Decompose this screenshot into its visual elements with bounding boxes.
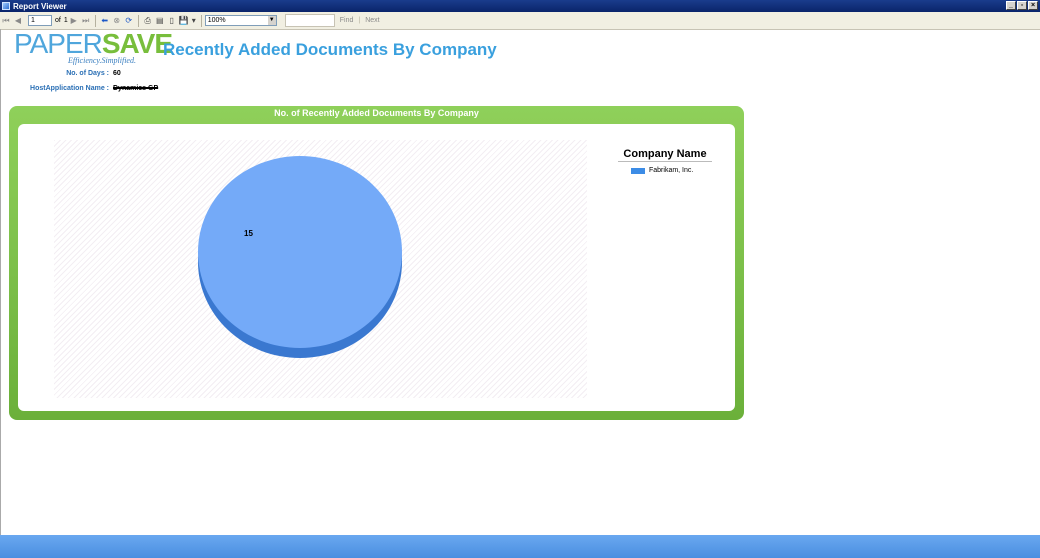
window-titlebar: Report Viewer _ ▫ × bbox=[0, 0, 1040, 12]
toolbar-separator bbox=[200, 14, 202, 27]
stop-icon[interactable]: ⊗ bbox=[112, 16, 122, 26]
toolbar-separator bbox=[94, 14, 96, 27]
previous-page-icon[interactable]: ◀ bbox=[13, 16, 23, 26]
plot-area: 15 bbox=[54, 140, 587, 398]
chart-panel: No. of Recently Added Documents By Compa… bbox=[9, 106, 744, 420]
param-host-label: HostApplication Name : bbox=[30, 85, 109, 92]
find-link[interactable]: Find bbox=[340, 17, 354, 24]
legend-item: Fabrikam, Inc. bbox=[631, 167, 720, 174]
next-link[interactable]: Next bbox=[365, 17, 379, 24]
close-button[interactable]: × bbox=[1028, 1, 1038, 10]
back-icon[interactable]: ⬅ bbox=[100, 16, 110, 26]
report-title: Recently Added Documents By Company bbox=[163, 40, 497, 59]
toolbar-separator bbox=[137, 14, 139, 27]
restore-button[interactable]: ▫ bbox=[1017, 1, 1027, 10]
pie-data-label: 15 bbox=[244, 229, 253, 238]
zoom-value: 100% bbox=[207, 17, 226, 24]
chart-title: No. of Recently Added Documents By Compa… bbox=[274, 108, 479, 118]
window-title: Report Viewer bbox=[13, 1, 67, 11]
print-icon[interactable]: ⎙ bbox=[143, 16, 153, 26]
logo-tagline: Efficiency.Simplified. bbox=[68, 56, 136, 65]
param-days-label: No. of Days : bbox=[66, 70, 109, 77]
page-setup-icon[interactable]: ▯ bbox=[167, 16, 177, 26]
report-viewer-icon bbox=[2, 2, 10, 10]
first-page-icon[interactable]: ⏮ bbox=[1, 16, 11, 26]
page-of-label: of bbox=[55, 17, 61, 24]
export-dropdown-icon[interactable]: ▾ bbox=[191, 16, 197, 26]
last-page-icon[interactable]: ⏭ bbox=[81, 16, 91, 26]
legend-title: Company Name bbox=[618, 148, 712, 162]
chevron-down-icon[interactable]: ▼ bbox=[267, 16, 276, 25]
frame-border bbox=[0, 29, 1, 535]
logo-paper: PAPER bbox=[14, 28, 103, 59]
param-host-value: Dynamics GP bbox=[113, 85, 159, 92]
status-bar bbox=[0, 535, 1040, 558]
logo-save: SAVE bbox=[101, 28, 173, 59]
chart-legend: Company Name Fabrikam, Inc. bbox=[610, 148, 720, 174]
refresh-icon[interactable]: ⟳ bbox=[124, 16, 134, 26]
current-page-input[interactable]: 1 bbox=[28, 15, 52, 26]
next-page-icon[interactable]: ▶ bbox=[69, 16, 79, 26]
zoom-select[interactable]: 100% ▼ bbox=[204, 15, 277, 26]
param-days-value: 60 bbox=[113, 70, 121, 77]
page-total: 1 bbox=[63, 17, 68, 24]
pie-slice[interactable] bbox=[198, 156, 402, 348]
minimize-button[interactable]: _ bbox=[1006, 1, 1016, 10]
papersave-logo: PAPERSAVE Efficiency.Simplified. bbox=[14, 28, 173, 66]
legend-label: Fabrikam, Inc. bbox=[649, 167, 694, 174]
chart-area: 15 Company Name Fabrikam, Inc. bbox=[18, 124, 735, 411]
pie-chart: 15 bbox=[198, 156, 402, 358]
export-icon[interactable]: 💾 bbox=[179, 16, 189, 26]
window-controls: _ ▫ × bbox=[1006, 1, 1038, 10]
print-layout-icon[interactable]: ▤ bbox=[155, 16, 165, 26]
legend-swatch bbox=[631, 167, 645, 174]
find-input[interactable] bbox=[284, 14, 335, 27]
